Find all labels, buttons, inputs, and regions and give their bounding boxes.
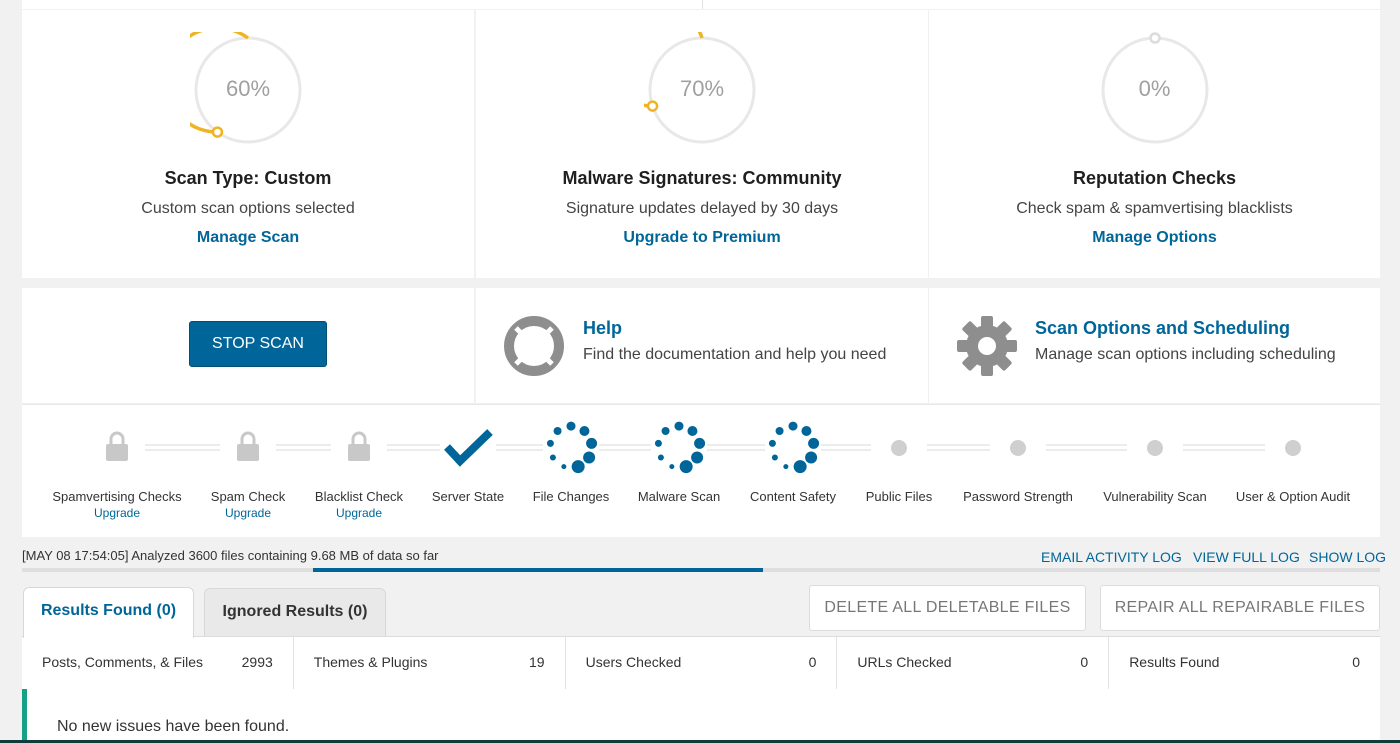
stat-users-checked: Users Checked 0	[566, 637, 838, 689]
stat-value: 19	[529, 654, 545, 670]
step-label: Password Strength	[963, 489, 1073, 504]
help-description: Find the documentation and help you need	[583, 346, 887, 363]
pending-dot-icon	[1147, 440, 1163, 456]
manage-options-link[interactable]: Manage Options	[929, 229, 1380, 247]
reputation-checks-card: 0% Reputation Checks Check spam & spamve…	[929, 10, 1380, 278]
scan-steps-track	[106, 421, 1301, 474]
scan-type-card: 60% Scan Type: Custom Custom scan option…	[22, 10, 474, 278]
reputation-checks-subtitle: Check spam & spamvertising blacklists	[1016, 200, 1293, 217]
spinner-icon	[546, 421, 598, 474]
stat-value: 0	[808, 654, 817, 670]
scan-type-subtitle: Custom scan options selected	[141, 200, 355, 217]
stat-label: Users Checked	[585, 654, 682, 670]
lifebuoy-icon	[504, 316, 564, 376]
stat-value: 2993	[241, 654, 273, 670]
reputation-checks-title: Reputation Checks	[1072, 168, 1237, 188]
step-label: User & Option Audit	[1235, 489, 1351, 504]
gauge-knob	[1148, 32, 1161, 44]
scan-type-percent: 60%	[225, 76, 271, 101]
step-label: Vulnerability Scan	[1103, 489, 1207, 504]
step-label: Spamvertising Checks	[52, 489, 182, 504]
tab-ignored-results[interactable]: Ignored Results (0)	[204, 588, 386, 636]
scan-progress-steps: Spamvertising Checks Upgrade Spam Check Upg…	[22, 404, 1380, 537]
results-panel: No new issues have been found.	[22, 689, 1380, 743]
pending-dot-icon	[1285, 440, 1301, 456]
stat-posts-comments-files: Posts, Comments, & Files 2993	[22, 637, 294, 689]
malware-signatures-subtitle: Signature updates delayed by 30 days	[565, 200, 839, 217]
stat-label: Themes & Plugins	[313, 654, 428, 670]
scan-type-title: Scan Type: Custom	[164, 168, 332, 188]
malware-signatures-card: 70% Malware Signatures: Community Signat…	[476, 10, 928, 278]
reputation-checks-percent: 0%	[1138, 76, 1171, 101]
scan-options-description: Manage scan options including scheduling	[1035, 346, 1336, 363]
step-upgrade-link[interactable]: Upgrade	[319, 506, 399, 520]
no-issues-message: No new issues have been found.	[57, 718, 290, 735]
lock-icon	[106, 431, 128, 461]
scan-stats-row: Posts, Comments, & Files 2993 Themes & P…	[22, 636, 1380, 689]
stat-label: URLs Checked	[857, 654, 952, 670]
top-strip	[22, 0, 1380, 9]
repair-all-repairable-files-button[interactable]: REPAIR ALL REPAIRABLE FILES	[1100, 585, 1380, 631]
malware-signatures-percent: 70%	[679, 76, 725, 101]
help-panel[interactable]: Help Find the documentation and help you…	[476, 288, 928, 403]
view-full-log-link[interactable]: VIEW FULL LOG	[1193, 549, 1300, 565]
tab-results-found[interactable]: Results Found (0)	[23, 587, 194, 638]
step-upgrade-link[interactable]: Upgrade	[77, 506, 157, 520]
scan-progress-fill	[313, 568, 763, 572]
lock-icon	[348, 431, 370, 461]
lock-icon	[237, 431, 259, 461]
stop-scan-button[interactable]: STOP SCAN	[189, 321, 327, 367]
upgrade-premium-link[interactable]: Upgrade to Premium	[476, 229, 928, 247]
gear-icon	[957, 316, 1017, 376]
manage-scan-link[interactable]: Manage Scan	[22, 229, 474, 247]
pending-dot-icon	[891, 440, 907, 456]
stat-themes-plugins: Themes & Plugins 19	[294, 637, 566, 689]
email-activity-log-link[interactable]: EMAIL ACTIVITY LOG	[1041, 549, 1182, 565]
stat-value: 0	[1352, 654, 1360, 670]
show-log-link[interactable]: SHOW LOG	[1309, 549, 1386, 565]
malware-signatures-title: Malware Signatures: Community	[562, 168, 842, 188]
stat-results-found: Results Found 0	[1109, 637, 1380, 689]
step-upgrade-link[interactable]: Upgrade	[208, 506, 288, 520]
scan-options-panel[interactable]: Scan Options and Scheduling Manage scan …	[929, 288, 1380, 403]
help-link[interactable]: Help	[583, 318, 622, 339]
spinner-icon	[768, 421, 820, 474]
gauge-knob	[646, 100, 659, 112]
stat-label: Posts, Comments, & Files	[42, 654, 204, 670]
top-divider	[702, 0, 703, 9]
activity-status: [MAY 08 17:54:05] Analyzed 3600 files co…	[22, 548, 439, 563]
scan-options-link[interactable]: Scan Options and Scheduling	[1035, 318, 1290, 339]
gauge-knob	[211, 126, 224, 138]
stat-value: 0	[1080, 654, 1089, 670]
pending-dot-icon	[1010, 440, 1026, 456]
stat-label: Results Found	[1129, 654, 1220, 670]
delete-all-deletable-files-button[interactable]: DELETE ALL DELETABLE FILES	[809, 585, 1086, 631]
stat-urls-checked: URLs Checked 0	[837, 637, 1110, 689]
spinner-icon	[654, 421, 706, 474]
stop-scan-panel: STOP SCAN	[22, 288, 474, 403]
checkmark-icon	[444, 429, 493, 467]
